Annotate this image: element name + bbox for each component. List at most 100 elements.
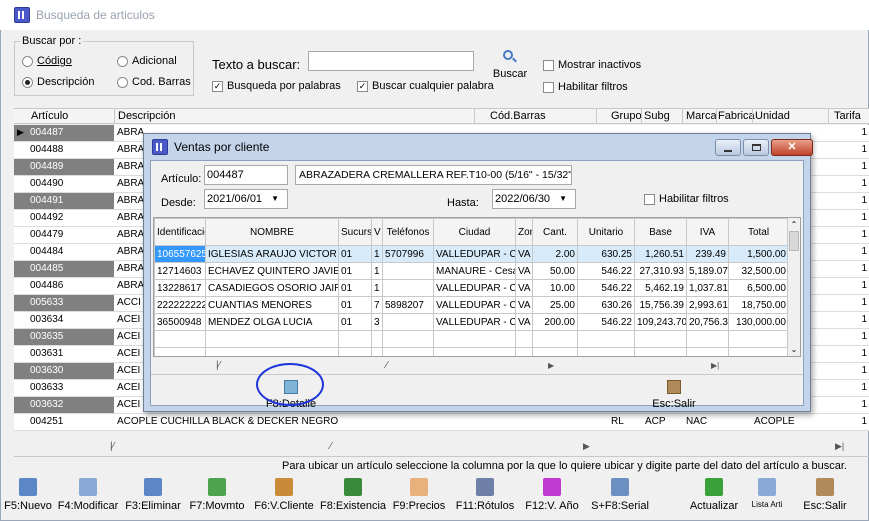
grid-nav-next[interactable]: ▶ [583, 441, 590, 452]
dialog-title: Ventas por cliente [174, 140, 270, 154]
toolbar-button-5[interactable]: F8:Existencia [318, 476, 388, 512]
articulo-description-field[interactable]: ABRAZADERA CREMALLERA REF.T10-00 (5/16" … [295, 165, 572, 185]
dialog-col-header[interactable]: Identificación [154, 218, 206, 246]
col-unidad[interactable]: Unidad [755, 110, 790, 122]
row-description: ABRA [117, 263, 145, 274]
toolbar-label: F7:Movmto [189, 500, 245, 512]
col-fabrica[interactable]: Fabrica [718, 110, 755, 122]
toolbar-label: F6:V.Cliente [254, 500, 314, 512]
scroll-up-icon[interactable]: ⌃ [788, 220, 800, 229]
dialog-cell: CUANTIAS MENORES [205, 296, 339, 314]
chevron-down-icon[interactable]: ▼ [271, 190, 279, 208]
app-icon [14, 7, 30, 23]
toolbar-button-12[interactable]: Esc:Salir [795, 476, 855, 512]
dialog-col-header[interactable]: Teléfonos [382, 218, 434, 246]
dialog-table-row[interactable]: 12714603 ECHAVEZ QUINTERO JAVIER 01 1 MANAUR… [154, 262, 789, 280]
dialog-cell: CASADIEGOS OSORIO JAIRO A [205, 279, 339, 297]
dialog-nav-next[interactable]: ▶ [548, 361, 554, 370]
row-tarifa: 1 [861, 178, 867, 189]
toolbar-button-9[interactable]: S+F8:Serial [584, 476, 656, 512]
dialog-table-row[interactable]: 1065576250IGLESIAS ARAUJO VICTOR AUG0115… [154, 245, 789, 263]
col-cod-barras[interactable]: Cód.Barras [490, 110, 546, 122]
table-row[interactable]: 004251 ACOPLE CUCHILLA BLACK & DECKER NEG… [14, 414, 869, 431]
dialog-table-row[interactable]: 222222222 CUANTIAS MENORES 01 7 5898207 VALLE… [154, 296, 789, 314]
dialog-nav-last[interactable]: ▶| [711, 361, 719, 370]
row-tarifa: 1 [861, 161, 867, 172]
col-marca[interactable]: Marca [686, 110, 717, 122]
dialog-cell: 01 [338, 279, 372, 297]
maximize-button[interactable] [743, 139, 769, 156]
row-code: 003633 [14, 380, 114, 396]
col-subg[interactable]: Subg [644, 110, 670, 122]
radio-adicional[interactable]: Adicional [117, 55, 177, 67]
col-descripcion[interactable]: Descripción [118, 110, 175, 122]
dialog-col-header[interactable]: V [371, 218, 383, 246]
toolbar-label: S+F8:Serial [591, 500, 649, 512]
hasta-date[interactable]: 2022/06/30 ▼ [492, 189, 576, 209]
dialog-col-header[interactable]: Base [634, 218, 687, 246]
scroll-down-icon[interactable]: ⌄ [788, 345, 800, 354]
ventas-table: IdentificaciónNOMBRESucursalVTeléfonosCi… [153, 217, 801, 357]
toolbar-button-11[interactable]: Lista Arti [742, 476, 792, 509]
dialog-col-header[interactable]: Unitario [577, 218, 635, 246]
toolbar-button-1[interactable]: F4:Modificar [55, 476, 121, 512]
row-code: 004487 [14, 125, 114, 141]
dialog-cell: VA [515, 245, 533, 263]
scroll-thumb[interactable] [789, 231, 799, 251]
row-description: ACEI [117, 314, 141, 325]
col-articulo[interactable]: Artículo [31, 110, 68, 122]
dialog-col-header[interactable]: Ciudad [433, 218, 516, 246]
toolbar-button-7[interactable]: F11:Rótulos [450, 476, 520, 512]
radio-cod-barras[interactable]: Cod. Barras [117, 76, 191, 88]
dialog-cell: 32,500.00 [728, 262, 789, 280]
radio-codigo[interactable]: Código [22, 55, 72, 67]
dialog-cell: MANAURE - Cesar [433, 262, 516, 280]
desde-date[interactable]: 2021/06/01 ▼ [204, 189, 288, 209]
dialog-col-header[interactable]: Zon [515, 218, 533, 246]
dialog-nav-first[interactable]: |⁄ [216, 360, 220, 371]
dialog-col-header[interactable]: NOMBRE [205, 218, 339, 246]
dialog-col-header[interactable]: Sucursal [338, 218, 372, 246]
dialog-col-header[interactable]: Cant. [532, 218, 578, 246]
toolbar-button-10[interactable]: Actualizar [680, 476, 748, 512]
dialog-esc-salir-button[interactable]: Esc:Salir [644, 380, 704, 410]
row-code: 003630 [14, 363, 114, 379]
minimize-button[interactable] [715, 139, 741, 156]
grid-nav-last[interactable]: ▶| [835, 441, 844, 452]
toolbar-icon [144, 478, 162, 496]
toolbar-button-0[interactable]: F5:Nuevo [0, 476, 56, 512]
dialog-nav-prev[interactable]: ⁄ [386, 360, 388, 371]
dialog-cell: VA [515, 296, 533, 314]
dialog-table-row[interactable]: 36500948 MENDEZ OLGA LUCIA 01 3 VALLEDUPAR -… [154, 313, 789, 331]
articulo-code-field[interactable]: 004487 [204, 165, 288, 185]
toolbar-button-3[interactable]: F7:Movmto [184, 476, 250, 512]
check-mostrar-inactivos[interactable]: Mostrar inactivos [543, 59, 641, 71]
row-code: 004490 [14, 176, 114, 192]
check-cualquier-palabra[interactable]: ✓ Buscar cualquier palabra [357, 80, 494, 92]
col-tarifa[interactable]: Tarifa [834, 110, 861, 122]
grid-nav-first[interactable]: |⁄ [110, 441, 114, 452]
col-grupo[interactable]: Grupo [611, 110, 642, 122]
close-button[interactable]: ✕ [771, 139, 813, 156]
search-text-label: Texto a buscar: [212, 57, 301, 72]
toolbar-label: F9:Precios [392, 500, 446, 512]
dialog-table-scrollbar[interactable]: ⌃ ⌄ [787, 218, 800, 356]
dialog-cell: 10.00 [532, 279, 578, 297]
radio-descripcion[interactable]: Descripción [22, 76, 94, 88]
dialog-table-row[interactable]: 13228617CASADIEGOS OSORIO JAIRO A011 VALL… [154, 279, 789, 297]
check-por-palabras[interactable]: ✓ Busqueda por palabras [212, 80, 341, 92]
check-habilitar-filtros[interactable]: Habilitar filtros [543, 81, 628, 93]
chevron-down-icon[interactable]: ▼ [559, 190, 567, 208]
toolbar-button-2[interactable]: F3:Eliminar [122, 476, 184, 512]
grid-nav-prev[interactable]: ⁄ [330, 441, 332, 452]
dialog-col-header[interactable]: IVA [686, 218, 729, 246]
toolbar-button-6[interactable]: F9:Precios [388, 476, 450, 512]
toolbar-icon [19, 478, 37, 496]
dialog-col-header[interactable]: Total [728, 218, 789, 246]
toolbar-button-8[interactable]: F12:V. Año [520, 476, 584, 512]
buscar-button[interactable]: Buscar [492, 50, 528, 80]
dialog-check-habilitar-filtros[interactable]: Habilitar filtros [644, 193, 729, 205]
toolbar-label: F8:Existencia [319, 500, 387, 512]
search-input[interactable] [308, 51, 474, 71]
toolbar-button-4[interactable]: F6:V.Cliente [250, 476, 318, 512]
